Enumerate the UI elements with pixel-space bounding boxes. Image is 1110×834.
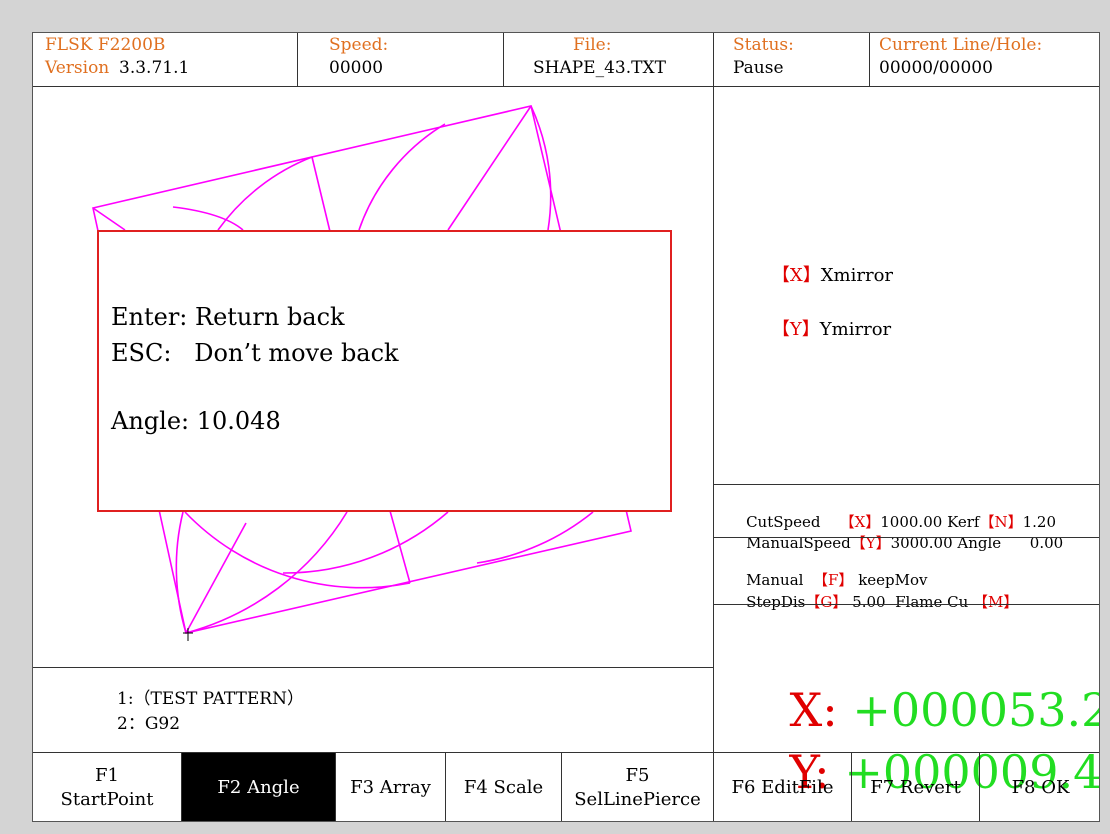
angle-readout: Angle: 10.048 [111,407,281,435]
flame-label: Flame Cu [895,593,969,611]
current-line-label: Current Line/Hole: [879,35,1043,55]
header-sep [869,33,870,86]
program-line: 2：G92 [117,714,181,734]
shape-arc [530,105,552,231]
shape-arc [172,206,244,231]
y-mirror-option[interactable]: 【Y】Ymirror [749,294,891,362]
f1-action-label: StartPoint [60,789,154,810]
f5-action-label: SelLinePierce [574,789,701,810]
esc-hint: ESC: Don’t move back [111,339,399,367]
cnc-screen: FLSK F2200B Version 3.3.71.1 Speed: 0000… [32,32,1100,822]
stepdis-value: 5.00 [852,593,886,611]
current-line-value: 00000/00000 [879,58,993,78]
f8-action-label: F8 OK [1011,777,1070,798]
f3-array-button[interactable]: F3 Array [336,753,445,821]
f1-key-label: F1 [95,765,119,786]
coords-divider [713,604,1099,605]
f5-key-label: F5 [625,765,650,786]
params-divider [713,537,1099,538]
f6-action-label: F6 EditFile [731,777,834,798]
params-divider [713,484,1099,485]
f6-editfile-button[interactable]: F6 EditFile [714,753,851,821]
y-mirror-label: Ymirror [819,319,892,340]
x-key: 【X】 [771,265,821,286]
f2-angle-button[interactable]: F2 Angle [182,753,335,821]
x-mirror-label: Xmirror [820,265,894,286]
program-line: 1:（TEST PATTERN） [117,689,304,709]
program-divider [33,667,713,668]
rotate-dialog: Enter: Return back ESC: Don’t move back … [97,230,672,512]
f4-scale-button[interactable]: F4 Scale [446,753,561,821]
enter-hint: Enter: Return back [111,303,345,331]
stepdis-row: StepDis【G】 5.00 Flame Cu 【M】 [727,573,1018,630]
stepdis-label: StepDis [746,593,806,611]
right-panel-divider [713,33,714,753]
shape-arc [282,511,449,574]
shape-line [447,105,532,231]
f8-ok-button[interactable]: F8 OK [980,753,1099,821]
flame-key[interactable]: 【M】 [973,593,1018,611]
f3-action-label: F3 Array [350,777,431,798]
shape-arc [184,511,411,589]
f7-revert-button[interactable]: F7 Revert [852,753,979,821]
shape-arc [476,511,594,564]
shape-arc [175,511,187,634]
stepdis-key[interactable]: 【G】 [805,593,847,611]
f2-action-label: F2 Angle [217,777,300,798]
f1-startpoint-button[interactable]: F1 StartPoint [33,753,181,821]
f4-action-label: F4 Scale [463,777,544,798]
status-value: Pause [733,58,784,78]
f5-sellinepierce-button[interactable]: F5 SelLinePierce [562,753,713,821]
status-label: Status: [733,35,794,55]
shape-arc [358,123,446,231]
y-key: 【Y】 [771,319,820,340]
f7-action-label: F7 Revert [870,777,961,798]
